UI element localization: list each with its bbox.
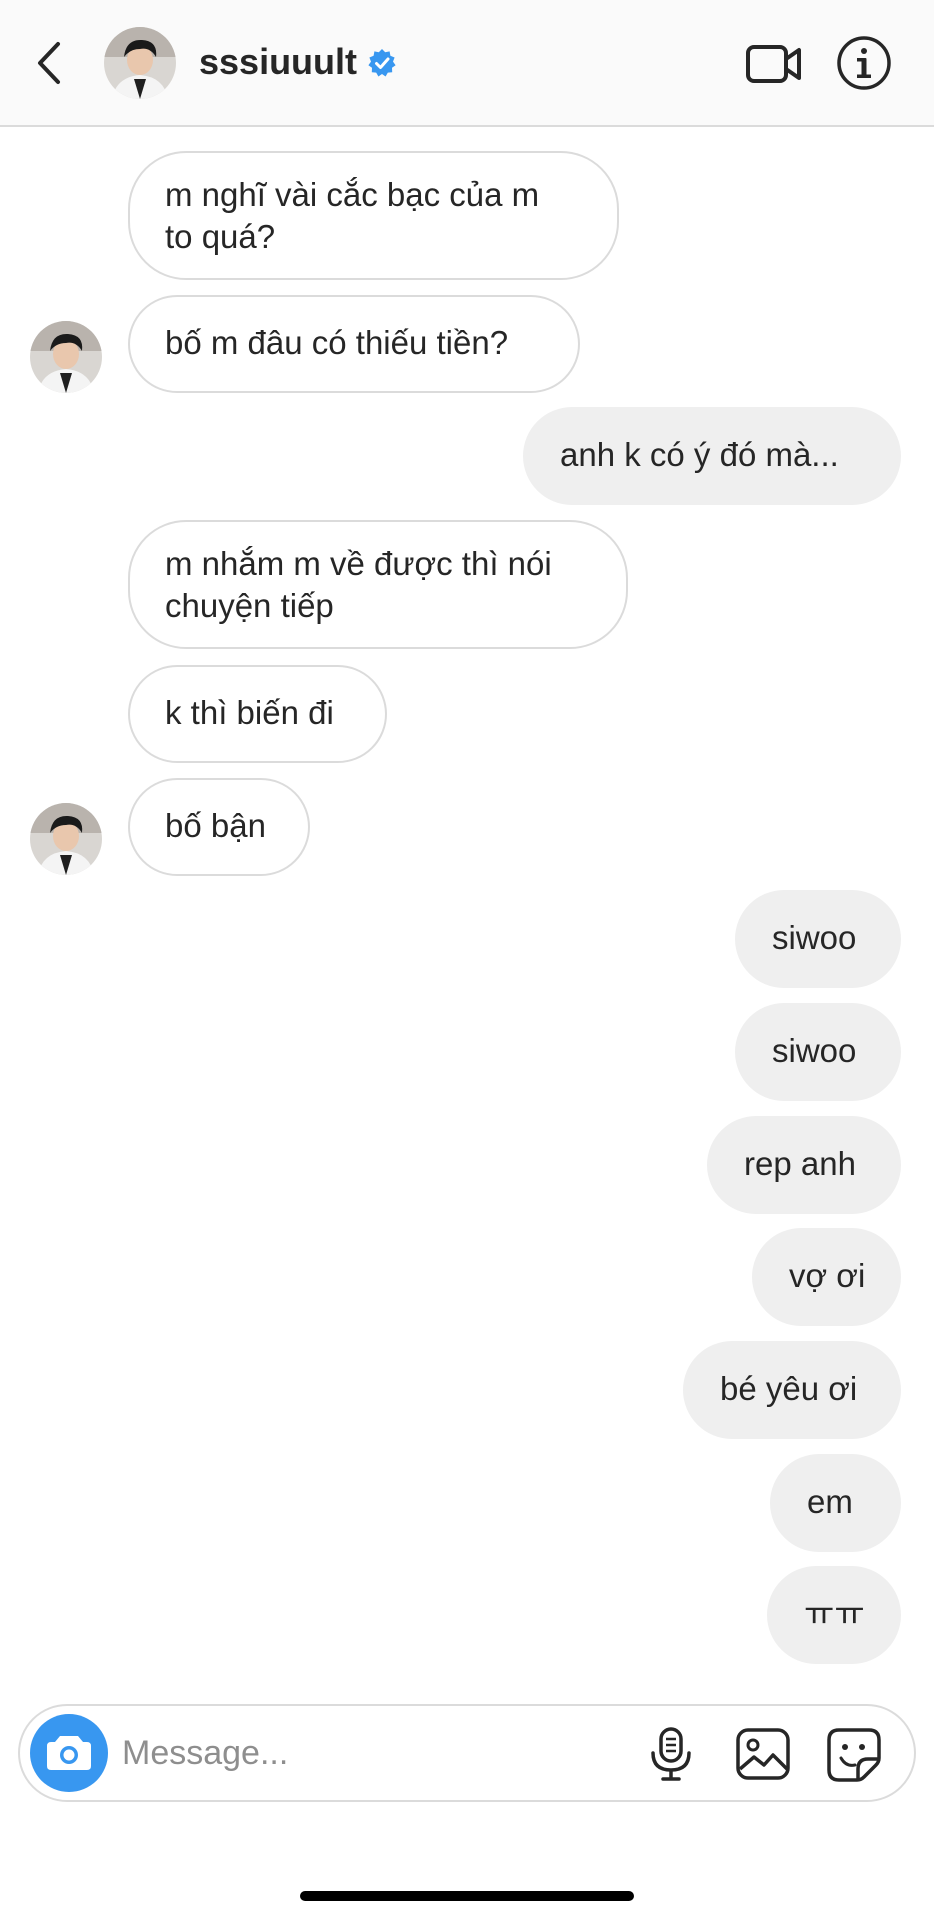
message-received[interactable]: k thì biến đi — [128, 665, 387, 763]
profile-avatar[interactable] — [104, 27, 176, 99]
message-text: rep anh — [744, 1145, 856, 1182]
message-text: siwoo — [772, 1032, 857, 1069]
message-sent[interactable]: rep anh — [707, 1116, 901, 1214]
message-sent[interactable]: em — [770, 1454, 901, 1552]
message-text: vợ ơi — [789, 1257, 866, 1294]
sender-avatar[interactable] — [30, 803, 102, 875]
sticker-button[interactable] — [826, 1727, 882, 1783]
message-sent[interactable]: vợ ơi — [752, 1228, 901, 1326]
message-composer — [18, 1704, 916, 1802]
message-sent[interactable]: anh k có ý đó mà... — [523, 407, 901, 505]
image-gallery-icon — [736, 1728, 790, 1780]
message-text: bố m đâu có thiếu tiền? — [165, 324, 509, 361]
message-text: m nhắm m về được thì nói chuyện tiếp — [165, 545, 552, 624]
message-sent[interactable]: bé yêu ơi — [683, 1341, 901, 1439]
microphone-icon — [651, 1727, 691, 1781]
info-button[interactable] — [836, 35, 892, 91]
message-text: em — [807, 1483, 853, 1520]
info-icon — [837, 36, 891, 90]
message-received[interactable]: m nghĩ vài cắc bạc của m to quá? — [128, 151, 619, 280]
chat-username[interactable]: sssiuuult — [199, 40, 357, 84]
message-sent[interactable]: siwoo — [735, 890, 901, 988]
video-call-button[interactable] — [745, 41, 803, 87]
message-sent[interactable]: ㅠㅠ — [767, 1566, 901, 1664]
home-indicator[interactable] — [300, 1891, 634, 1901]
message-text: k thì biến đi — [165, 694, 334, 731]
camera-icon — [47, 1736, 91, 1770]
chevron-left-icon — [38, 42, 60, 84]
sticker-icon — [827, 1728, 881, 1782]
message-text: siwoo — [772, 919, 857, 956]
message-input[interactable] — [122, 1726, 642, 1780]
message-text: m nghĩ vài cắc bạc của m to quá? — [165, 176, 540, 255]
sender-avatar[interactable] — [30, 321, 102, 393]
back-button[interactable] — [30, 38, 70, 88]
message-received[interactable]: m nhắm m về được thì nói chuyện tiếp — [128, 520, 628, 649]
message-text: anh k có ý đó mà... — [560, 436, 839, 473]
voice-message-button[interactable] — [648, 1726, 694, 1782]
video-camera-icon — [746, 45, 801, 83]
message-sent[interactable]: siwoo — [735, 1003, 901, 1101]
verified-badge-icon — [367, 48, 397, 78]
message-text: bố bận — [165, 807, 266, 844]
message-received[interactable]: bố m đâu có thiếu tiền? — [128, 295, 580, 393]
message-text: bé yêu ơi — [720, 1370, 858, 1407]
message-text: ㅠㅠ — [804, 1595, 865, 1632]
message-received[interactable]: bố bận — [128, 778, 310, 876]
camera-button[interactable] — [30, 1714, 108, 1792]
gallery-button[interactable] — [735, 1727, 791, 1781]
chat-header: sssiuuult — [0, 0, 934, 127]
